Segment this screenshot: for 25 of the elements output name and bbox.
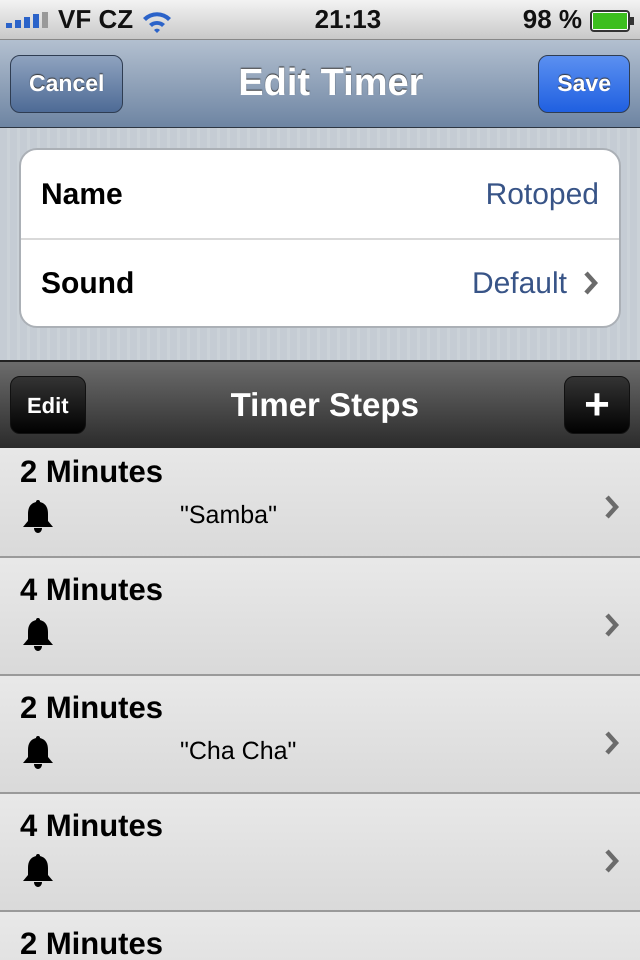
save-button[interactable]: Save: [538, 54, 630, 112]
step-duration: 2 Minutes: [20, 692, 164, 724]
step-row[interactable]: 2 Minutes "Cha Cha": [0, 676, 640, 794]
setting-value: Rotoped: [486, 176, 599, 212]
step-row[interactable]: 4 Minutes: [0, 794, 640, 912]
setting-value: Default: [472, 266, 567, 302]
setting-label: Sound: [41, 266, 136, 302]
step-row[interactable]: 4 Minutes: [0, 558, 640, 676]
battery-percent: 98 %: [522, 3, 582, 36]
section-title: Timer Steps: [230, 385, 419, 426]
step-duration: 4 Minutes: [20, 810, 164, 842]
step-duration: 4 Minutes: [20, 574, 164, 606]
step-duration: 2 Minutes: [20, 456, 164, 488]
add-button[interactable]: +: [564, 376, 630, 434]
cancel-button[interactable]: Cancel: [10, 54, 124, 112]
nav-title: Edit Timer: [238, 61, 424, 106]
setting-label: Name: [41, 176, 124, 212]
step-row[interactable]: 2 Minutes: [0, 912, 640, 960]
step-sound: "Cha Cha": [180, 736, 296, 768]
step-duration: 2 Minutes: [20, 928, 164, 960]
step-row[interactable]: 2 Minutes "Samba": [0, 448, 640, 558]
edit-button[interactable]: Edit: [10, 376, 86, 434]
carrier-name: VF CZ: [58, 3, 134, 36]
step-sound: "Samba": [180, 500, 277, 532]
clock-time: 21:13: [314, 3, 382, 36]
